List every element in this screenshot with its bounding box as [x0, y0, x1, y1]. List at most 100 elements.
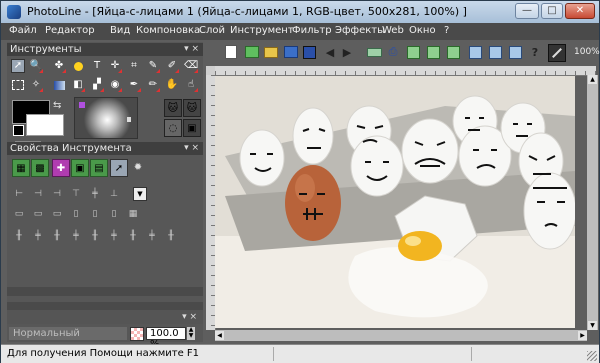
distribute-bottom-icon[interactable]: ▭ [52, 209, 62, 219]
layer-mask-icon[interactable]: ▣ [183, 119, 201, 137]
image-canvas[interactable] [215, 76, 575, 328]
smudge-icon[interactable]: ☝ [184, 78, 198, 92]
distribute-right-icon[interactable]: ▯ [109, 209, 119, 219]
ellipse-icon[interactable] [71, 59, 85, 73]
scroll-right-icon[interactable]: ▶ [578, 331, 587, 340]
space-v3-icon[interactable]: ╪ [109, 231, 119, 241]
open-folder-icon[interactable] [263, 44, 279, 60]
text-icon[interactable]: T [90, 59, 104, 73]
align-bottom-icon[interactable]: ⊥ [109, 189, 119, 199]
menu-layer[interactable]: Слой [199, 25, 225, 36]
space-h2-icon[interactable]: ╪ [33, 231, 43, 241]
hand-icon[interactable]: ✋ [165, 78, 179, 92]
magic-wand-icon[interactable]: ✧ [29, 78, 43, 92]
collapsed-panel-bar[interactable] [7, 287, 203, 296]
copy-icon[interactable] [405, 44, 421, 60]
brush-size-handle[interactable] [127, 117, 131, 122]
ruler-corner[interactable] [206, 66, 215, 75]
restore-button[interactable]: □ [541, 3, 563, 19]
align-right-icon[interactable]: ⊣ [52, 189, 62, 199]
menu-effects[interactable]: Эффекты [335, 25, 385, 36]
dodge-icon[interactable]: ◧ [71, 78, 85, 92]
eyedropper-icon[interactable]: ✎ [146, 59, 160, 73]
pointer-mode-icon[interactable]: ➚ [110, 159, 128, 177]
menu-help[interactable]: ? [444, 25, 449, 36]
scroll-down-icon[interactable]: ▼ [588, 321, 597, 330]
print-icon[interactable]: ⎙ [385, 44, 401, 60]
paste-icon[interactable] [425, 44, 441, 60]
align-top-icon[interactable]: ⊤ [71, 189, 81, 199]
forward-arrow-icon[interactable]: ▶ [339, 44, 355, 60]
opacity-spin-icon[interactable]: ▲ ▼ [187, 327, 195, 340]
space-h-icon[interactable]: ╫ [14, 231, 24, 241]
gradient-icon[interactable] [52, 78, 66, 92]
space-v5-icon[interactable]: ╪ [147, 231, 157, 241]
distribute-hcenter-icon[interactable]: ▯ [90, 209, 100, 219]
scanner-icon[interactable] [366, 44, 382, 60]
panel-pin-icon-3[interactable]: ▾ × [182, 312, 197, 322]
menu-file[interactable]: Файл [9, 25, 37, 36]
select-add-icon[interactable]: ▩ [31, 159, 49, 177]
menu-web[interactable]: Web [382, 25, 404, 36]
menu-view[interactable]: Вид [110, 25, 130, 36]
marquee-icon[interactable] [11, 78, 25, 92]
minimize-button[interactable]: — [515, 3, 539, 19]
space-v-icon[interactable]: ╪ [71, 231, 81, 241]
align-left-icon[interactable]: ⊢ [14, 189, 24, 199]
background-color-swatch[interactable] [26, 114, 64, 136]
align-dropdown-icon[interactable]: ▼ [133, 187, 147, 201]
menu-filter[interactable]: Фильтр [292, 25, 332, 36]
save-icon[interactable] [301, 44, 317, 60]
new-document-icon[interactable] [223, 44, 239, 60]
stamp-icon[interactable]: ▞ [90, 78, 104, 92]
gear-icon[interactable]: ✹ [130, 159, 146, 175]
layers-icon[interactable] [467, 44, 483, 60]
clone-icon[interactable]: ✐ [165, 59, 179, 73]
blend-mode-select[interactable]: Нормальный [9, 327, 127, 340]
panel-pin-icon-2[interactable]: ▾ × [184, 142, 199, 155]
scroll-up-icon[interactable]: ▲ [588, 75, 597, 84]
grid-icon[interactable] [507, 44, 523, 60]
space-h3-icon[interactable]: ╫ [52, 231, 62, 241]
align-vcenter-icon[interactable]: ╪ [90, 189, 100, 199]
new-image-icon[interactable] [244, 44, 260, 60]
vertical-scrollbar[interactable]: ▲ ▼ [587, 75, 598, 330]
menu-layout[interactable]: Компоновка [136, 25, 200, 36]
arrange-icon[interactable] [487, 44, 503, 60]
picker-icon[interactable]: ✤ [52, 59, 66, 73]
distribute-left-icon[interactable]: ▯ [71, 209, 81, 219]
menu-window[interactable]: Окно [409, 25, 436, 36]
space-v2-icon[interactable]: ╫ [90, 231, 100, 241]
select-xor-icon[interactable]: ▤ [90, 159, 108, 177]
swap-colors-icon[interactable]: ⇆ [53, 100, 61, 111]
select-intersect-icon[interactable]: ▣ [71, 159, 89, 177]
distribute-vcenter-icon[interactable]: ▭ [33, 209, 43, 219]
scroll-left-icon[interactable]: ◀ [215, 331, 224, 340]
space-v4-icon[interactable]: ╫ [128, 231, 138, 241]
select-new-icon[interactable]: ▦ [12, 159, 30, 177]
close-button[interactable]: ✕ [565, 3, 595, 19]
align-hcenter-icon[interactable]: ⊣ [33, 189, 43, 199]
default-colors-icon[interactable] [13, 125, 24, 136]
pen-icon[interactable]: ✏ [146, 78, 160, 92]
menu-tool[interactable]: Инструмент [230, 25, 294, 36]
horizontal-scrollbar[interactable]: ◀ ▶ [215, 330, 587, 341]
crop-icon[interactable]: ⌗ [127, 59, 141, 73]
duplicate-icon[interactable] [445, 44, 461, 60]
zoom-slider-icon[interactable] [548, 44, 566, 62]
resize-grip-icon[interactable] [587, 351, 597, 361]
eraser-icon[interactable]: ⌫ [184, 59, 198, 73]
transform-icon[interactable]: ✛ [108, 59, 122, 73]
paint-bucket-icon[interactable]: ◉ [108, 78, 122, 92]
menu-edit[interactable]: Редактор [45, 25, 95, 36]
mask-mode-icon[interactable]: 🐱 [164, 99, 182, 117]
back-arrow-icon[interactable]: ◀ [322, 44, 338, 60]
quick-mask-icon[interactable]: ◌ [164, 119, 182, 137]
mask-mode-alt-icon[interactable]: 🐱 [183, 99, 201, 117]
help-cursor-icon[interactable]: ? [527, 44, 543, 60]
opacity-field[interactable]: 100.0 % [146, 327, 186, 350]
panel-pin-icon[interactable]: ▾ × [184, 43, 199, 56]
arrow-select-icon[interactable]: ➚ [11, 59, 25, 73]
browser-icon[interactable] [283, 44, 299, 60]
distribute-equal-icon[interactable]: ▦ [128, 209, 138, 219]
